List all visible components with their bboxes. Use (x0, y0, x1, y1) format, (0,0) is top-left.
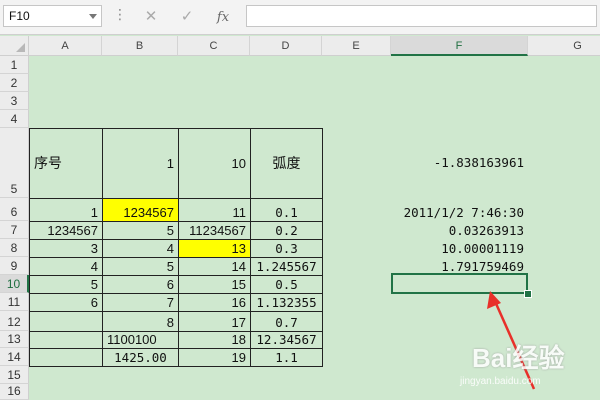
formula-input[interactable] (246, 5, 597, 27)
more-options-icon[interactable]: ⋮ (113, 8, 127, 22)
cell-b14[interactable]: 1425.00 (102, 348, 179, 367)
select-all-icon (16, 43, 25, 52)
name-box-value: F10 (9, 9, 30, 23)
cell-b10[interactable]: 6 (102, 275, 179, 294)
cell-a13[interactable] (29, 331, 103, 349)
cell-d11[interactable]: 1.132355 (250, 293, 323, 312)
cell-a14[interactable] (29, 348, 103, 367)
name-box-dropdown-icon[interactable] (89, 14, 97, 19)
column-header-c[interactable]: C (178, 36, 250, 56)
row-header-3[interactable]: 3 (0, 92, 29, 110)
row-header-5[interactable]: 5 (0, 128, 29, 198)
cell-b9[interactable]: 5 (102, 257, 179, 276)
cell-c11[interactable]: 16 (178, 293, 251, 312)
cell-a7[interactable]: 1234567 (29, 221, 103, 240)
cell-b7[interactable]: 5 (102, 221, 179, 240)
cancel-icon[interactable]: ✕ (136, 5, 166, 27)
row-header-16[interactable]: 16 (0, 384, 29, 400)
cell-d6[interactable]: 0.1 (250, 198, 323, 222)
select-all-corner[interactable] (0, 36, 29, 56)
cell-b13[interactable]: 1100100 (102, 331, 179, 349)
row-header-10[interactable]: 10 (0, 275, 29, 293)
row-header-8[interactable]: 8 (0, 239, 29, 257)
cell-a11[interactable]: 6 (29, 293, 103, 312)
cell-d10[interactable]: 0.5 (250, 275, 323, 294)
arrow-head (487, 291, 501, 309)
column-header-b[interactable]: B (102, 36, 178, 56)
cell-c9[interactable]: 14 (178, 257, 251, 276)
cell-b11[interactable]: 7 (102, 293, 179, 312)
formula-bar: F10 ⋮ ✕ ✓ fx (0, 0, 600, 35)
cell-d12[interactable]: 0.7 (250, 311, 323, 332)
watermark-text: Bai经验 (472, 343, 565, 373)
cell-d8[interactable]: 0.3 (250, 239, 323, 258)
column-header-f[interactable]: F (391, 36, 528, 56)
cell-a8[interactable]: 3 (29, 239, 103, 258)
cell-c13[interactable]: 18 (178, 331, 251, 349)
column-header-e[interactable]: E (322, 36, 391, 56)
name-box[interactable]: F10 (3, 5, 102, 27)
cell-c14[interactable]: 19 (178, 348, 251, 367)
watermark-url: jingyan.baidu.com (460, 376, 541, 387)
row-header-4[interactable]: 4 (0, 110, 29, 128)
cell-c7[interactable]: 11234567 (178, 221, 251, 240)
cell-d5[interactable]: 弧度 (250, 128, 323, 199)
cell-b5[interactable]: 1 (102, 128, 179, 199)
cell-c8[interactable]: 13 (178, 239, 251, 258)
cell-b12[interactable]: 8 (102, 311, 179, 332)
cell-d7[interactable]: 0.2 (250, 221, 323, 240)
cell-c5[interactable]: 10 (178, 128, 251, 199)
cell-a10[interactable]: 5 (29, 275, 103, 294)
cell-d13[interactable]: 12.34567 (250, 331, 323, 349)
row-header-7[interactable]: 7 (0, 221, 29, 239)
cell-c10[interactable]: 15 (178, 275, 251, 294)
row-header-6[interactable]: 6 (0, 198, 29, 221)
column-header-g[interactable]: G (528, 36, 600, 56)
cell-f5[interactable]: -1.838163961 (391, 128, 528, 198)
cell-a9[interactable]: 4 (29, 257, 103, 276)
row-header-9[interactable]: 9 (0, 257, 29, 275)
baidu-jingyan-watermark: Bai经验 jingyan.baidu.com (432, 330, 592, 400)
cell-c12[interactable]: 17 (178, 311, 251, 332)
row-header-11[interactable]: 11 (0, 293, 29, 311)
cell-b6[interactable]: 1234567 (102, 198, 179, 222)
cell-d9[interactable]: 1.245567 (250, 257, 323, 276)
row-header-1[interactable]: 1 (0, 56, 29, 74)
cell-f6[interactable]: 2011/1/2 7:46:30 (391, 198, 528, 221)
cell-a12[interactable] (29, 311, 103, 332)
cell-c6[interactable]: 11 (178, 198, 251, 222)
column-header-d[interactable]: D (250, 36, 322, 56)
row-header-2[interactable]: 2 (0, 74, 29, 92)
enter-icon[interactable]: ✓ (172, 5, 202, 27)
cell-d14[interactable]: 1.1 (250, 348, 323, 367)
row-header-12[interactable]: 12 (0, 311, 29, 331)
row-header-15[interactable]: 15 (0, 366, 29, 384)
column-header-a[interactable]: A (29, 36, 102, 56)
fx-label: fx (216, 10, 230, 25)
cell-f7[interactable]: 0.03263913 (391, 221, 528, 239)
row-header-13[interactable]: 13 (0, 331, 29, 348)
cell-a5[interactable]: 序号 (29, 128, 103, 199)
cell-f8[interactable]: 10.00001119 (391, 239, 528, 257)
cell-b8[interactable]: 4 (102, 239, 179, 258)
row-header-14[interactable]: 14 (0, 348, 29, 366)
cell-a6[interactable]: 1 (29, 198, 103, 222)
insert-function-button[interactable]: fx (208, 5, 238, 27)
